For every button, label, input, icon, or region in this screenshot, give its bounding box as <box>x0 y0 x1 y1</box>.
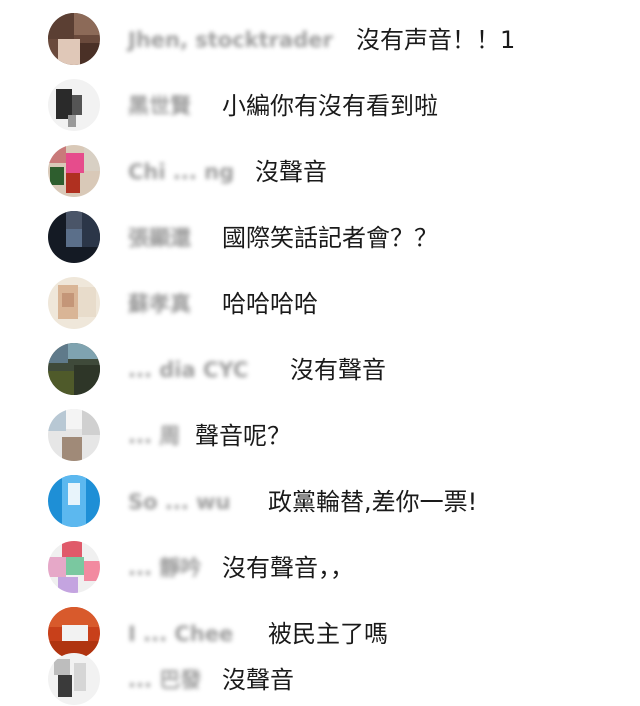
comment-text: 聲音呢？ <box>195 422 291 450</box>
live-comment-list: Jhen, stocktrader 沒有声音！！1 黑世賢 小編你有沒有看到啦 <box>0 0 640 706</box>
avatar[interactable] <box>48 653 100 705</box>
comment-row: ... 周 聲音呢？ <box>0 409 640 475</box>
comment-text: 哈哈哈哈 <box>222 290 318 318</box>
comment-author[interactable]: 張顯還 <box>128 223 191 253</box>
comment-row: ... dia CYC 沒有聲音 <box>0 343 640 409</box>
comment-text: 沒有聲音 <box>290 356 386 384</box>
avatar[interactable] <box>48 541 100 593</box>
avatar[interactable] <box>48 343 100 395</box>
comment-author[interactable]: Chi ... ng <box>128 157 234 187</box>
comment-row: 蘇孝真 哈哈哈哈 <box>0 277 640 343</box>
comment-row: 黑世賢 小編你有沒有看到啦 <box>0 79 640 145</box>
avatar[interactable] <box>48 145 100 197</box>
comment-text: 政黨輪替,差你一票! <box>268 488 478 516</box>
comment-author[interactable]: Jhen, stocktrader <box>128 25 333 55</box>
comment-text: 沒聲音 <box>255 158 327 186</box>
avatar[interactable] <box>48 475 100 527</box>
comment-author[interactable]: So ... wu <box>128 487 230 517</box>
comment-row: Chi ... ng 沒聲音 <box>0 145 640 211</box>
comment-row: 張顯還 國際笑話記者會？？ <box>0 211 640 277</box>
avatar[interactable] <box>48 277 100 329</box>
comment-text: 沒有声音！！1 <box>356 26 516 54</box>
avatar[interactable] <box>48 409 100 461</box>
comment-text: 國際笑話記者會？？ <box>222 224 438 252</box>
avatar[interactable] <box>48 79 100 131</box>
comment-author[interactable]: 黑世賢 <box>128 91 191 121</box>
comment-text: 沒有聲音，， <box>222 554 354 582</box>
comment-author[interactable]: ... dia CYC <box>128 355 248 385</box>
comment-author[interactable]: 蘇孝真 <box>128 289 191 319</box>
avatar[interactable] <box>48 607 100 659</box>
comment-author[interactable]: ... 靜吟 <box>128 553 201 583</box>
avatar[interactable] <box>48 211 100 263</box>
comment-row: ... 巴發 沒聲音 <box>0 653 640 706</box>
comment-row: So ... wu 政黨輪替,差你一票! <box>0 475 640 541</box>
comment-author[interactable]: I ... Chee <box>128 619 233 649</box>
comment-text: 被民主了嗎 <box>268 620 388 648</box>
comment-row: ... 靜吟 沒有聲音，， <box>0 541 640 607</box>
comment-row: Jhen, stocktrader 沒有声音！！1 <box>0 13 640 79</box>
comment-author[interactable]: ... 周 <box>128 421 180 451</box>
comment-text: 沒聲音 <box>222 666 294 694</box>
avatar[interactable] <box>48 13 100 65</box>
comment-text: 小編你有沒有看到啦 <box>222 92 438 120</box>
comment-author[interactable]: ... 巴發 <box>128 665 201 695</box>
